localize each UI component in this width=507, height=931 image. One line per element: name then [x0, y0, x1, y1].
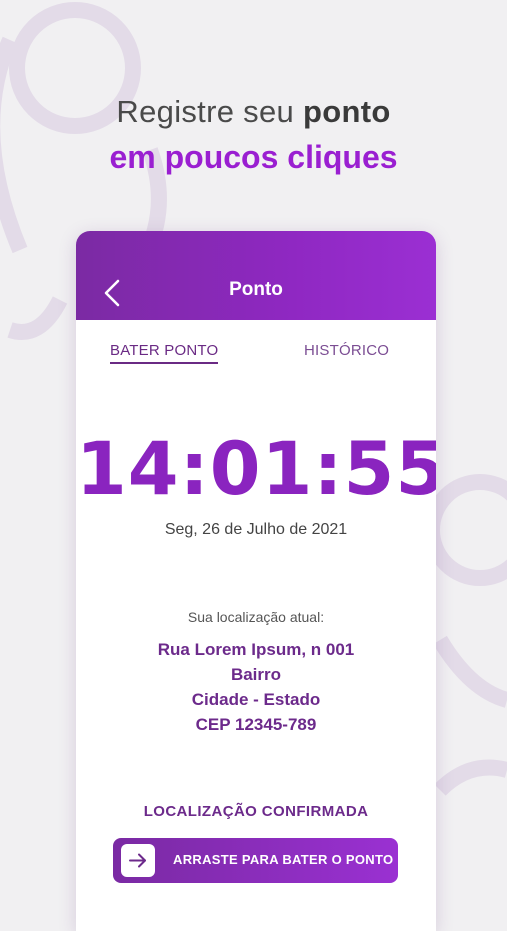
tab-bater-ponto[interactable]: BATER PONTO — [110, 342, 219, 364]
tab-bar: BATER PONTO HISTÓRICO — [76, 320, 436, 380]
address-zip: CEP 12345-789 — [195, 715, 317, 734]
slider-label: ARRASTE PARA BATER O PONTO — [173, 852, 394, 867]
headline: Registre seu ponto em poucos cliques — [0, 90, 507, 180]
clock-date: Seg, 26 de Julho de 2021 — [164, 521, 348, 538]
location-status: LOCALIZAÇÃO CONFIRMADA — [143, 803, 369, 820]
headline-line-1: Registre seu ponto — [0, 90, 507, 134]
app-bar: Ponto — [76, 231, 436, 320]
tab-historico[interactable]: HISTÓRICO — [304, 342, 389, 359]
phone-screen: Ponto BATER PONTO HISTÓRICO 14:01:55 Seg… — [76, 231, 436, 931]
arrow-right-icon — [129, 853, 146, 868]
headline-line-2: em poucos cliques — [109, 139, 398, 175]
page-title: Ponto — [229, 279, 283, 300]
slider-handle[interactable] — [121, 844, 155, 877]
address-street: Rua Lorem Ipsum, n 001 — [157, 640, 355, 659]
headline-bold: ponto — [302, 94, 391, 129]
swipe-to-punch-slider[interactable]: ARRASTE PARA BATER O PONTO — [113, 838, 398, 883]
clock-time: 14:01:55 — [76, 427, 436, 512]
address-city-state: Cidade - Estado — [191, 690, 321, 709]
address-district: Bairro — [230, 665, 282, 684]
location-address: Rua Lorem Ipsum, n 001 Bairro Cidade - E… — [76, 637, 436, 737]
location-label: Sua localização atual: — [187, 609, 325, 625]
headline-regular: Registre seu — [116, 94, 295, 129]
